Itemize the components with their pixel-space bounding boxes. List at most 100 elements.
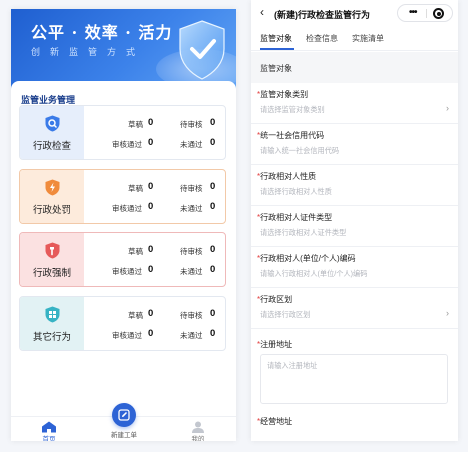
field-placeholder: 请输入统一社会信用代码	[260, 146, 340, 155]
page-title: (新建)行政检查监管行为	[274, 10, 370, 20]
section-header: 监管对象	[251, 52, 458, 83]
new-order-label: 新建工单	[111, 432, 137, 439]
draft-count: 0	[148, 117, 154, 128]
tab-inspection-info[interactable]: 检查信息	[306, 33, 338, 44]
field-business-address-label: *经营地址	[257, 417, 293, 426]
approved-count: 0	[148, 201, 154, 212]
card-tile[interactable]: 其它行为	[20, 297, 84, 350]
draft-label: 草稿	[128, 247, 143, 256]
shield-illustration-icon	[179, 20, 225, 80]
draft-label: 草稿	[128, 184, 143, 193]
approved-count: 0	[148, 137, 154, 148]
card-label: 行政强制	[32, 268, 71, 279]
search-shield-icon	[45, 115, 60, 132]
approved-label: 审核通过	[112, 331, 142, 340]
draft-label: 草稿	[128, 120, 143, 129]
field-registered-address-label: *注册地址	[257, 340, 293, 349]
card-tile[interactable]: 行政检查	[20, 106, 84, 159]
field-placeholder: 请选择行政相对人性质	[260, 187, 332, 196]
textarea-placeholder: 请输入注册地址	[267, 361, 318, 370]
field-admin-region[interactable]: *行政区划 请选择行政区划 ›	[251, 288, 458, 329]
close-target-icon[interactable]	[433, 8, 444, 19]
tab-mine[interactable]: 我的	[168, 417, 228, 441]
miniprogram-capsule: •••	[397, 4, 453, 22]
pending-label: 待审核	[180, 311, 203, 320]
rejected-label: 未通过	[180, 140, 203, 149]
tab-implementation-list[interactable]: 实施清单	[352, 33, 384, 44]
rejected-count: 0	[210, 328, 216, 339]
field-placeholder: 请输入行政相对人(单位/个人)编码	[260, 269, 368, 278]
pending-label: 待审核	[180, 247, 203, 256]
tab-home-label: 首页	[42, 436, 56, 441]
hero-subtitle: 创新监管方式	[31, 47, 146, 57]
hammer-shield-icon	[45, 242, 60, 259]
rejected-label: 未通过	[180, 204, 203, 213]
lightning-shield-icon	[45, 179, 60, 196]
field-placeholder: 请选择行政区划	[260, 310, 311, 319]
more-dots-icon[interactable]: •••	[409, 7, 417, 18]
field-credit-code[interactable]: *统一社会信用代码 请输入统一社会信用代码	[251, 124, 458, 165]
pending-count: 0	[210, 308, 216, 319]
field-label: *行政相对人(单位/个人)编码	[257, 254, 356, 263]
card-tile[interactable]: 行政强制	[20, 233, 84, 286]
tab-mine-label: 我的	[191, 436, 205, 441]
field-placeholder: 请选择行政相对人证件类型	[260, 228, 347, 237]
draft-label: 草稿	[128, 311, 143, 320]
card-admin-penalty[interactable]: 行政处罚 草稿 0 待审核 0 审核通过 0 未通过 0	[19, 169, 226, 224]
tab-home[interactable]: 首页	[19, 417, 79, 441]
capsule-divider	[426, 9, 427, 18]
field-counterpart-code[interactable]: *行政相对人(单位/个人)编码 请输入行政相对人(单位/个人)编码	[251, 247, 458, 288]
user-icon	[192, 421, 204, 433]
rejected-count: 0	[210, 137, 216, 148]
card-label: 其它行为	[32, 332, 71, 343]
chevron-right-icon: ›	[446, 103, 449, 113]
card-other-actions[interactable]: 其它行为 草稿 0 待审核 0 审核通过 0 未通过 0	[19, 296, 226, 351]
card-tile[interactable]: 行政处罚	[20, 170, 84, 223]
edit-icon	[118, 409, 130, 421]
field-placeholder: 请选择监管对象类别	[260, 105, 325, 114]
card-label: 行政检查	[32, 141, 71, 152]
draft-count: 0	[148, 308, 154, 319]
draft-count: 0	[148, 244, 154, 255]
field-counterpart-nature[interactable]: *行政相对人性质 请选择行政相对人性质	[251, 165, 458, 206]
pending-label: 待审核	[180, 184, 203, 193]
approved-label: 审核通过	[112, 267, 142, 276]
form-screen: ‹ (新建)行政检查监管行为 ••• 监管对象 检查信息 实施清单 监管对象 *…	[251, 0, 458, 441]
card-admin-inspection[interactable]: 行政检查 草稿 0 待审核 0 审核通过 0 未通过 0	[19, 105, 226, 160]
draft-count: 0	[148, 181, 154, 192]
pending-count: 0	[210, 244, 216, 255]
field-label: *行政相对人证件类型	[257, 213, 333, 222]
card-admin-enforcement[interactable]: 行政强制 草稿 0 待审核 0 审核通过 0 未通过 0	[19, 232, 226, 287]
registered-address-textarea[interactable]: 请输入注册地址	[260, 354, 448, 404]
home-icon	[42, 421, 56, 433]
form-tabs: 监管对象 检查信息 实施清单	[251, 27, 458, 51]
field-label: *行政相对人性质	[257, 172, 317, 181]
active-tab-indicator	[260, 48, 294, 50]
rejected-count: 0	[210, 201, 216, 212]
home-screen: 公平 · 效率 · 活力 创新监管方式 监管业务管理 行政检查 草稿 0 待审核…	[11, 9, 236, 441]
hero-slogan: 公平 · 效率 · 活力	[31, 23, 173, 42]
rejected-label: 未通过	[180, 267, 203, 276]
field-label: *监管对象类别	[257, 90, 309, 99]
rejected-label: 未通过	[180, 331, 203, 340]
chevron-right-icon: ›	[446, 308, 449, 318]
field-object-category[interactable]: *监管对象类别 请选择监管对象类别 ›	[251, 83, 458, 124]
nav-bar: ‹ (新建)行政检查监管行为 •••	[251, 0, 458, 27]
section-header-label: 监管对象	[260, 64, 292, 73]
grid-shield-icon	[45, 306, 60, 323]
field-id-type[interactable]: *行政相对人证件类型 请选择行政相对人证件类型	[251, 206, 458, 247]
field-label: *统一社会信用代码	[257, 131, 325, 140]
card-label: 行政处罚	[32, 205, 71, 216]
back-chevron-icon[interactable]: ‹	[260, 5, 264, 19]
approved-label: 审核通过	[112, 140, 142, 149]
approved-count: 0	[148, 328, 154, 339]
approved-label: 审核通过	[112, 204, 142, 213]
pending-count: 0	[210, 181, 216, 192]
new-order-button[interactable]	[112, 403, 136, 427]
pending-label: 待审核	[180, 120, 203, 129]
pending-count: 0	[210, 117, 216, 128]
rejected-count: 0	[210, 264, 216, 275]
tab-supervision-object[interactable]: 监管对象	[260, 33, 292, 44]
approved-count: 0	[148, 264, 154, 275]
field-label: *行政区划	[257, 295, 293, 304]
